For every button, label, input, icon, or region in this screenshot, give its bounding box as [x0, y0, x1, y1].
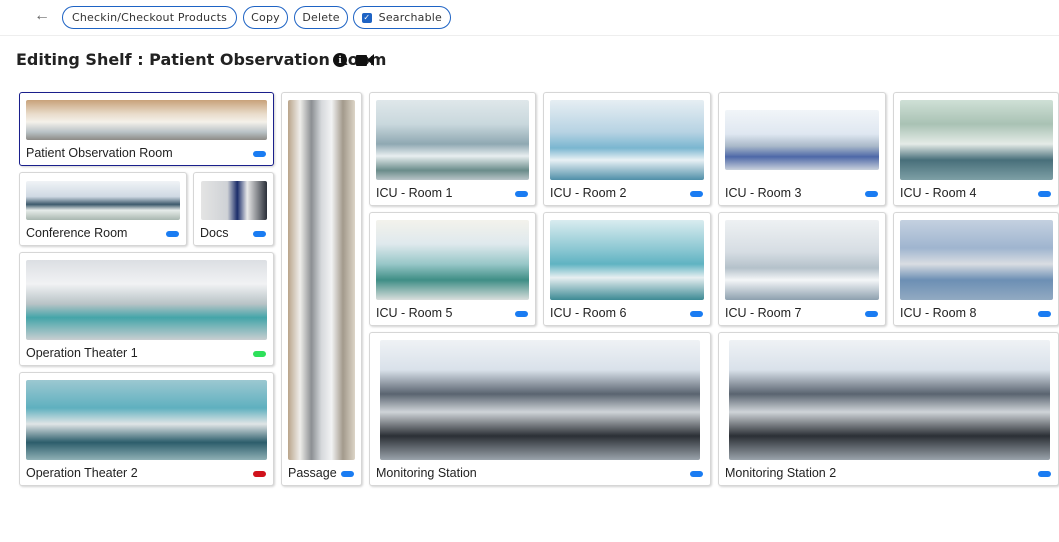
shelf-item-operation-theater-1[interactable]: Operation Theater 1	[19, 252, 274, 366]
shelf-item-label: Operation Theater 2	[26, 466, 138, 480]
room-thumbnail	[900, 100, 1053, 180]
shelf-item-label: ICU - Room 8	[900, 306, 977, 320]
info-icon[interactable]: i	[333, 53, 347, 67]
room-thumbnail	[26, 380, 267, 460]
video-camera-icon[interactable]	[356, 54, 374, 67]
shelf-item-icu-room-7[interactable]: ICU - Room 7	[718, 212, 886, 326]
room-thumbnail	[900, 220, 1053, 300]
shelf-item-label: Monitoring Station	[376, 466, 477, 480]
room-thumbnail	[725, 220, 879, 300]
status-indicator	[690, 191, 703, 197]
status-indicator	[253, 471, 266, 477]
shelf-item-label: ICU - Room 7	[725, 306, 802, 320]
toolbar: ← Checkin/Checkout Products Copy Delete …	[0, 0, 1059, 36]
room-thumbnail	[725, 110, 879, 170]
status-indicator	[1038, 191, 1051, 197]
shelf-item-label: ICU - Room 2	[550, 186, 627, 200]
status-indicator	[515, 191, 528, 197]
status-indicator	[253, 151, 266, 157]
status-indicator	[865, 311, 878, 317]
shelf-item-label: Patient Observation Room	[26, 146, 173, 160]
room-thumbnail	[550, 220, 704, 300]
checkbox-checked-icon[interactable]: ✓	[362, 12, 372, 23]
shelf-item-icu-room-6[interactable]: ICU - Room 6	[543, 212, 711, 326]
status-indicator	[166, 231, 179, 237]
shelf-item-conference-room[interactable]: Conference Room	[19, 172, 187, 246]
back-arrow-icon[interactable]: ←	[32, 6, 52, 26]
room-thumbnail	[26, 181, 180, 220]
shelf-item-label: Docs	[200, 226, 229, 240]
status-indicator	[1038, 311, 1051, 317]
status-indicator	[253, 231, 266, 237]
shelf-item-label: ICU - Room 3	[725, 186, 802, 200]
delete-button[interactable]: Delete	[294, 6, 348, 29]
room-thumbnail	[201, 181, 267, 220]
shelf-item-operation-theater-2[interactable]: Operation Theater 2	[19, 372, 274, 486]
room-thumbnail	[288, 100, 355, 460]
page-title: Editing Shelf : Patient Observation Room	[16, 50, 387, 69]
shelf-item-icu-room-1[interactable]: ICU - Room 1	[369, 92, 536, 206]
shelf-item-label: Monitoring Station 2	[725, 466, 837, 480]
shelf-item-label: ICU - Room 4	[900, 186, 977, 200]
status-indicator	[865, 191, 878, 197]
status-indicator	[341, 471, 354, 477]
room-thumbnail	[26, 260, 267, 340]
shelf-item-label: ICU - Room 1	[376, 186, 453, 200]
room-thumbnail	[26, 100, 267, 140]
room-thumbnail	[729, 340, 1050, 460]
room-thumbnail	[376, 100, 529, 180]
shelf-item-docs[interactable]: Docs	[193, 172, 274, 246]
status-indicator	[690, 311, 703, 317]
status-indicator	[515, 311, 528, 317]
shelf-item-patient-observation-room[interactable]: Patient Observation Room	[19, 92, 274, 166]
status-indicator	[1038, 471, 1051, 477]
shelf-item-label: Passage	[288, 466, 337, 480]
room-thumbnail	[380, 340, 700, 460]
searchable-toggle[interactable]: ✓ Searchable	[353, 6, 451, 29]
searchable-label: Searchable	[378, 11, 442, 24]
shelf-item-icu-room-5[interactable]: ICU - Room 5	[369, 212, 536, 326]
status-indicator	[690, 471, 703, 477]
status-indicator	[253, 351, 266, 357]
shelf-item-label: Conference Room	[26, 226, 128, 240]
shelf-item-passage[interactable]: Passage	[281, 92, 362, 486]
room-thumbnail	[376, 220, 529, 300]
copy-button[interactable]: Copy	[243, 6, 288, 29]
shelf-item-icu-room-8[interactable]: ICU - Room 8	[893, 212, 1059, 326]
shelf-item-monitoring-station[interactable]: Monitoring Station	[369, 332, 711, 486]
shelf-item-label: ICU - Room 5	[376, 306, 453, 320]
shelf-item-monitoring-station-2[interactable]: Monitoring Station 2	[718, 332, 1059, 486]
room-thumbnail	[550, 100, 704, 180]
shelf-item-icu-room-3[interactable]: ICU - Room 3	[718, 92, 886, 206]
checkin-checkout-button[interactable]: Checkin/Checkout Products	[62, 6, 237, 29]
shelf-item-icu-room-2[interactable]: ICU - Room 2	[543, 92, 711, 206]
shelf-item-icu-room-4[interactable]: ICU - Room 4	[893, 92, 1059, 206]
shelf-item-label: Operation Theater 1	[26, 346, 138, 360]
shelf-item-label: ICU - Room 6	[550, 306, 627, 320]
